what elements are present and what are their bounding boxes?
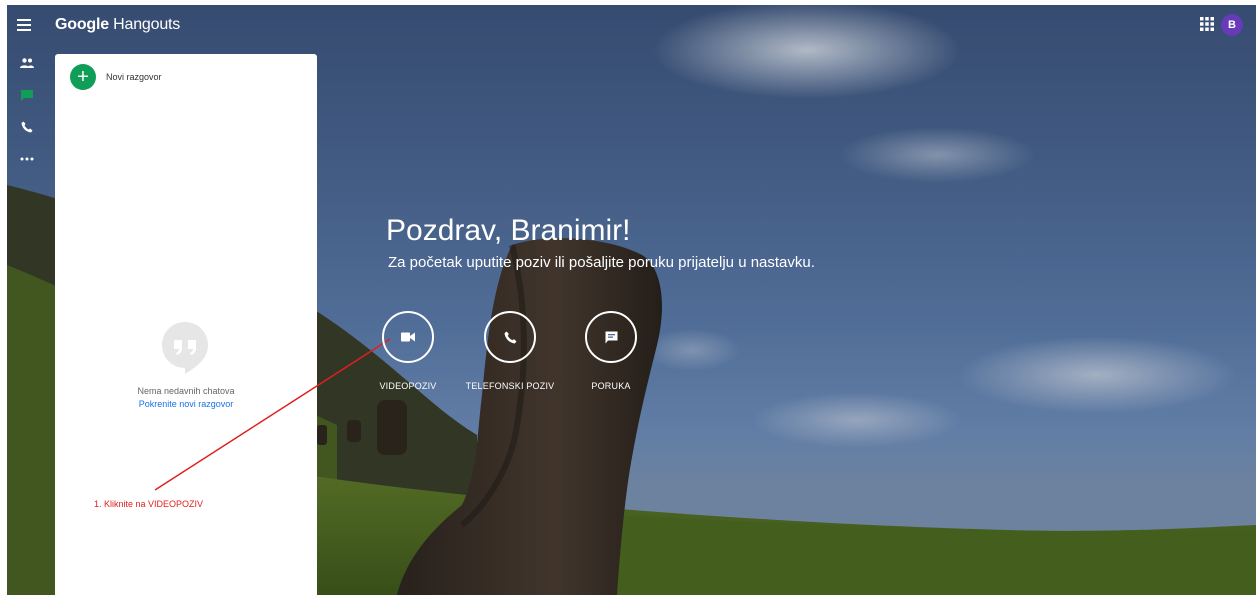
contacts-icon[interactable] — [17, 53, 37, 73]
video-call-button[interactable] — [382, 311, 434, 363]
app-logo[interactable]: Google Hangouts — [55, 16, 180, 34]
google-apps-icon[interactable] — [1200, 17, 1216, 33]
more-options-icon[interactable] — [17, 149, 37, 169]
annotation-text: 1. Kliknite na VIDEOPOZIV — [94, 499, 204, 509]
start-conversation-link[interactable]: Pokrenite novi razgovor — [55, 399, 317, 409]
phone-call-button[interactable] — [484, 311, 536, 363]
phone-call-label: TELEFONSKI POZIV — [465, 381, 555, 391]
new-conversation-button[interactable]: + Novi razgovor — [70, 64, 162, 90]
video-call-label: VIDEOPOZIV — [379, 381, 437, 391]
conversations-icon[interactable] — [17, 85, 37, 105]
videocam-icon — [401, 332, 415, 342]
message-label: PORUKA — [591, 381, 631, 391]
plus-icon: + — [70, 64, 96, 90]
message-action[interactable]: PORUKA — [561, 311, 661, 391]
brand-prefix: Google — [55, 16, 109, 33]
phone-icon — [504, 331, 516, 343]
video-call-action[interactable]: VIDEOPOZIV — [358, 311, 458, 391]
brand-name: Hangouts — [113, 16, 181, 33]
phone-calls-icon[interactable] — [17, 117, 37, 137]
account-avatar[interactable]: B — [1221, 14, 1243, 36]
message-icon — [605, 331, 617, 343]
hangouts-empty-icon — [162, 322, 208, 374]
chat-list-panel: + Novi razgovor Nema nedavnih chatova Po… — [55, 54, 317, 595]
greeting-title: Pozdrav, Branimir! — [386, 214, 631, 247]
greeting-subtitle: Za početak uputite poziv ili pošaljite p… — [388, 254, 815, 271]
message-button[interactable] — [585, 311, 637, 363]
phone-call-action[interactable]: TELEFONSKI POZIV — [460, 311, 560, 391]
hamburger-menu-icon[interactable] — [15, 16, 33, 34]
hangouts-window: Google Hangouts B + Novi razgovor Nema n… — [7, 5, 1256, 595]
new-conversation-label: Novi razgovor — [106, 72, 162, 82]
top-bar: Google Hangouts — [7, 5, 1256, 45]
empty-state-text: Nema nedavnih chatova — [137, 386, 235, 396]
